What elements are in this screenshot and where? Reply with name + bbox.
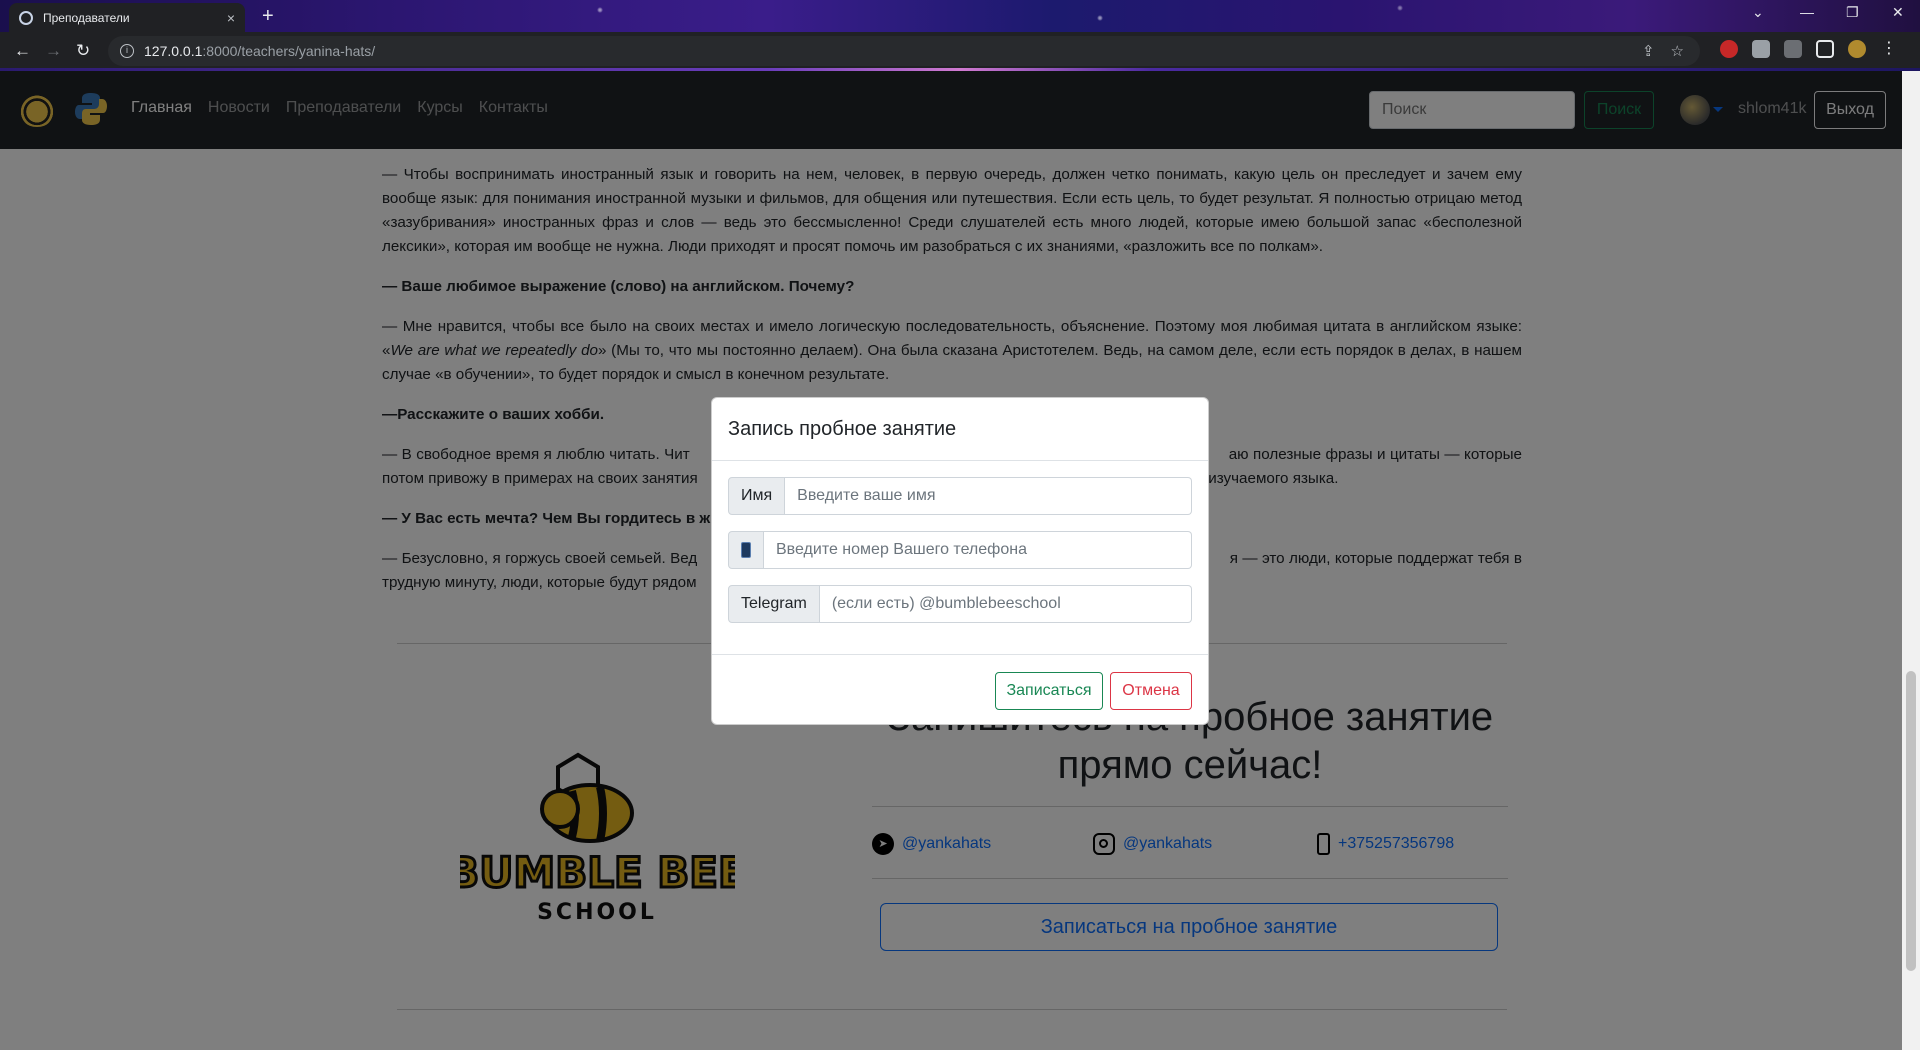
window-close-button[interactable]: ✕ xyxy=(1892,4,1904,21)
minimize-button[interactable]: — xyxy=(1800,4,1814,20)
profile-avatar-icon[interactable] xyxy=(1848,40,1866,58)
globe-icon xyxy=(19,10,33,25)
phone-input[interactable]: Введите номер Вашего телефона xyxy=(764,531,1192,569)
modal-footer: Записаться Отмена xyxy=(712,654,1208,724)
extensions-puzzle-icon[interactable] xyxy=(1752,40,1770,58)
site-info-icon[interactable]: i xyxy=(120,44,134,58)
tab-search-icon[interactable]: ⌄ xyxy=(1752,4,1764,21)
name-label: Имя xyxy=(728,477,786,515)
side-panel-icon[interactable] xyxy=(1816,40,1834,58)
url-host: 127.0.0.1 xyxy=(144,43,203,59)
address-toolbar: ← → ↻ i 127.0.0.1:8000/teachers/yanina-h… xyxy=(0,32,1920,70)
modal-body: Имя Введите ваше имя Введите номер Вашег… xyxy=(712,461,1208,623)
share-icon[interactable]: ⇪ xyxy=(1642,42,1655,60)
tab-title: Преподаватели xyxy=(43,10,130,25)
reload-icon[interactable]: ↻ xyxy=(76,41,90,61)
modal-header: Запись пробное занятие xyxy=(712,398,1208,461)
modal-title: Запись пробное занятие xyxy=(728,417,957,440)
cancel-button[interactable]: Отмена xyxy=(1110,672,1192,710)
tab-close-icon[interactable]: × xyxy=(227,10,235,26)
phone-addon xyxy=(728,531,764,569)
web-page: Главная Новости Преподаватели Курсы Конт… xyxy=(0,71,1902,1050)
mobile-phone-icon xyxy=(741,541,751,558)
bookmark-star-icon[interactable]: ☆ xyxy=(1671,42,1684,60)
forward-icon[interactable]: → xyxy=(45,41,62,61)
phone-input-group: Введите номер Вашего телефона xyxy=(728,531,1192,569)
page-scrollbar[interactable] xyxy=(1902,71,1920,1050)
telegram-input[interactable]: (если есть) @bumblebeeschool xyxy=(819,585,1192,623)
new-tab-button[interactable]: + xyxy=(262,5,274,28)
browser-menu-icon[interactable]: ⋮ xyxy=(1880,40,1898,58)
back-icon[interactable]: ← xyxy=(14,41,31,61)
trial-signup-modal: Запись пробное занятие Имя Введите ваше … xyxy=(711,397,1209,725)
submit-button[interactable]: Записаться xyxy=(995,672,1103,710)
adblock-extension-icon[interactable] xyxy=(1720,40,1738,58)
omnibox[interactable]: i 127.0.0.1:8000/teachers/yanina-hats/ ⇪… xyxy=(108,36,1700,66)
name-input[interactable]: Введите ваше имя xyxy=(785,477,1192,515)
reading-list-icon[interactable] xyxy=(1784,40,1802,58)
restore-button[interactable]: ❐ xyxy=(1846,4,1859,21)
telegram-input-group: Telegram (если есть) @bumblebeeschool xyxy=(728,585,1192,623)
name-input-group: Имя Введите ваше имя xyxy=(728,477,1192,515)
url-path: :8000/teachers/yanina-hats/ xyxy=(202,43,376,59)
browser-tab-strip: Преподаватели × + ⌄ — ❐ ✕ xyxy=(0,0,1920,32)
telegram-label: Telegram xyxy=(728,585,820,623)
browser-tab[interactable]: Преподаватели × xyxy=(9,3,245,32)
scrollbar-thumb[interactable] xyxy=(1906,671,1916,971)
